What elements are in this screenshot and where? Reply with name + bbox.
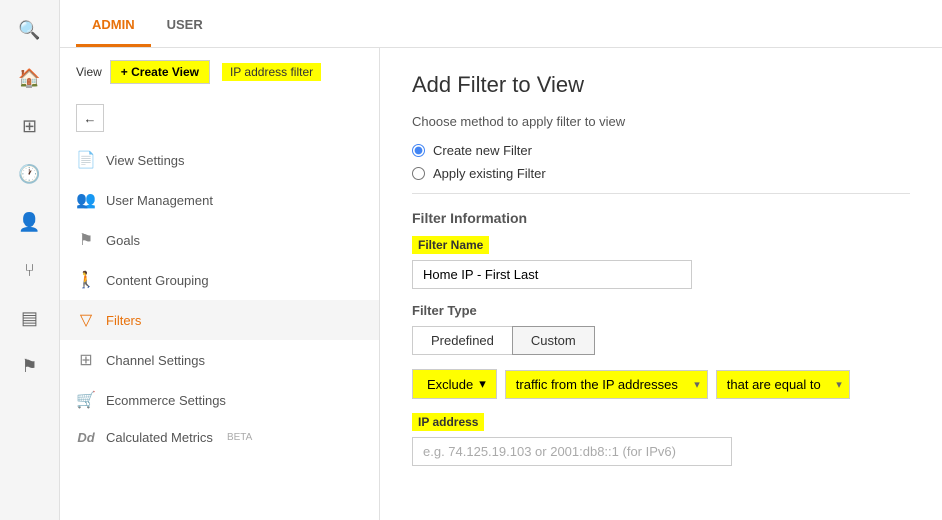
- filter-type-label: Filter Type: [412, 303, 910, 318]
- sidebar-item-label: View Settings: [106, 153, 185, 168]
- radio-create-new-input[interactable]: [412, 144, 425, 157]
- sidebar-item-label: Calculated Metrics: [106, 430, 213, 445]
- filter-row: Exclude ▾ traffic from the IP addresses …: [412, 369, 910, 399]
- icon-sidebar: 🔍 🏠 ⊞ 🕐 👤 ⑂ ▤ ⚑: [0, 0, 60, 520]
- filter-type-buttons: Predefined Custom: [412, 326, 910, 355]
- divider-1: [412, 193, 910, 194]
- tab-user[interactable]: USER: [151, 5, 219, 47]
- branch-icon[interactable]: ⑂: [10, 250, 50, 290]
- search-icon[interactable]: 🔍: [10, 10, 50, 50]
- home-icon[interactable]: 🏠: [10, 58, 50, 98]
- filter-type-custom[interactable]: Custom: [512, 326, 595, 355]
- ip-filter-badge: IP address filter: [222, 63, 321, 81]
- filter-name-input[interactable]: [412, 260, 692, 289]
- clock-icon[interactable]: 🕐: [10, 154, 50, 194]
- sidebar-item-label: Ecommerce Settings: [106, 393, 226, 408]
- sidebar-item-goals[interactable]: ⚑ Goals: [60, 220, 379, 260]
- ip-address-label: IP address: [412, 413, 484, 431]
- exclude-label: Exclude: [427, 377, 473, 392]
- radio-apply-existing[interactable]: Apply existing Filter: [412, 166, 910, 181]
- radio-apply-existing-input[interactable]: [412, 167, 425, 180]
- filters-icon: ▽: [76, 310, 96, 330]
- report-icon[interactable]: ▤: [10, 298, 50, 338]
- radio-create-new-label: Create new Filter: [433, 143, 532, 158]
- radio-group: Create new Filter Apply existing Filter: [412, 143, 910, 181]
- equal-select[interactable]: that are equal to: [716, 370, 850, 399]
- sidebar-item-label: Filters: [106, 313, 141, 328]
- flag-icon[interactable]: ⚑: [10, 346, 50, 386]
- sidebar-item-label: Channel Settings: [106, 353, 205, 368]
- tab-admin[interactable]: ADMIN: [76, 5, 151, 47]
- sidebar-item-ecommerce[interactable]: 🛒 Ecommerce Settings: [60, 380, 379, 420]
- top-tabs: ADMIN USER: [60, 0, 942, 48]
- view-label: View: [76, 65, 102, 79]
- beta-badge: BETA: [227, 432, 252, 443]
- filter-type-predefined[interactable]: Predefined: [412, 326, 512, 355]
- radio-create-new[interactable]: Create new Filter: [412, 143, 910, 158]
- traffic-select-wrapper[interactable]: traffic from the IP addresses: [505, 370, 708, 399]
- ip-address-group: IP address: [412, 413, 910, 466]
- dashboard-icon[interactable]: ⊞: [10, 106, 50, 146]
- person-icon[interactable]: 👤: [10, 202, 50, 242]
- sidebar-item-filters[interactable]: ▽ Filters: [60, 300, 379, 340]
- sidebar-item-label: User Management: [106, 193, 213, 208]
- content-grouping-icon: 🚶: [76, 270, 96, 290]
- page-title: Add Filter to View: [412, 72, 910, 98]
- filter-name-label: Filter Name: [412, 236, 489, 254]
- sidebar-item-channel-settings[interactable]: ⊞ Channel Settings: [60, 340, 379, 380]
- sidebar-item-label: Goals: [106, 233, 140, 248]
- channel-settings-icon: ⊞: [76, 350, 96, 370]
- nav-sidebar: View + Create View IP address filter ← 📄…: [60, 48, 380, 520]
- ecommerce-icon: 🛒: [76, 390, 96, 410]
- sidebar-item-view-settings[interactable]: 📄 View Settings: [60, 140, 379, 180]
- choose-method-label: Choose method to apply filter to view: [412, 114, 910, 129]
- exclude-dropdown-icon: ▾: [479, 376, 486, 392]
- equal-select-wrapper[interactable]: that are equal to: [716, 370, 850, 399]
- content-row: View + Create View IP address filter ← 📄…: [60, 48, 942, 520]
- create-view-button[interactable]: + Create View: [110, 60, 210, 84]
- calculated-metrics-icon: Dd: [76, 430, 96, 445]
- exclude-button[interactable]: Exclude ▾: [412, 369, 497, 399]
- user-management-icon: 👥: [76, 190, 96, 210]
- view-settings-icon: 📄: [76, 150, 96, 170]
- filter-information-title: Filter Information: [412, 210, 910, 226]
- sidebar-item-user-management[interactable]: 👥 User Management: [60, 180, 379, 220]
- goals-icon: ⚑: [76, 230, 96, 250]
- main-content: Add Filter to View Choose method to appl…: [380, 48, 942, 520]
- filter-name-group: Filter Name: [412, 236, 910, 289]
- back-button[interactable]: ←: [76, 104, 104, 132]
- sidebar-item-content-grouping[interactable]: 🚶 Content Grouping: [60, 260, 379, 300]
- radio-apply-existing-label: Apply existing Filter: [433, 166, 546, 181]
- sidebar-item-calculated-metrics[interactable]: Dd Calculated Metrics BETA: [60, 420, 379, 455]
- nav-header: View + Create View IP address filter: [60, 48, 379, 96]
- main-area: ADMIN USER View + Create View IP address…: [60, 0, 942, 520]
- sidebar-item-label: Content Grouping: [106, 273, 209, 288]
- filter-type-group: Filter Type Predefined Custom: [412, 303, 910, 355]
- ip-address-input[interactable]: [412, 437, 732, 466]
- traffic-select[interactable]: traffic from the IP addresses: [505, 370, 708, 399]
